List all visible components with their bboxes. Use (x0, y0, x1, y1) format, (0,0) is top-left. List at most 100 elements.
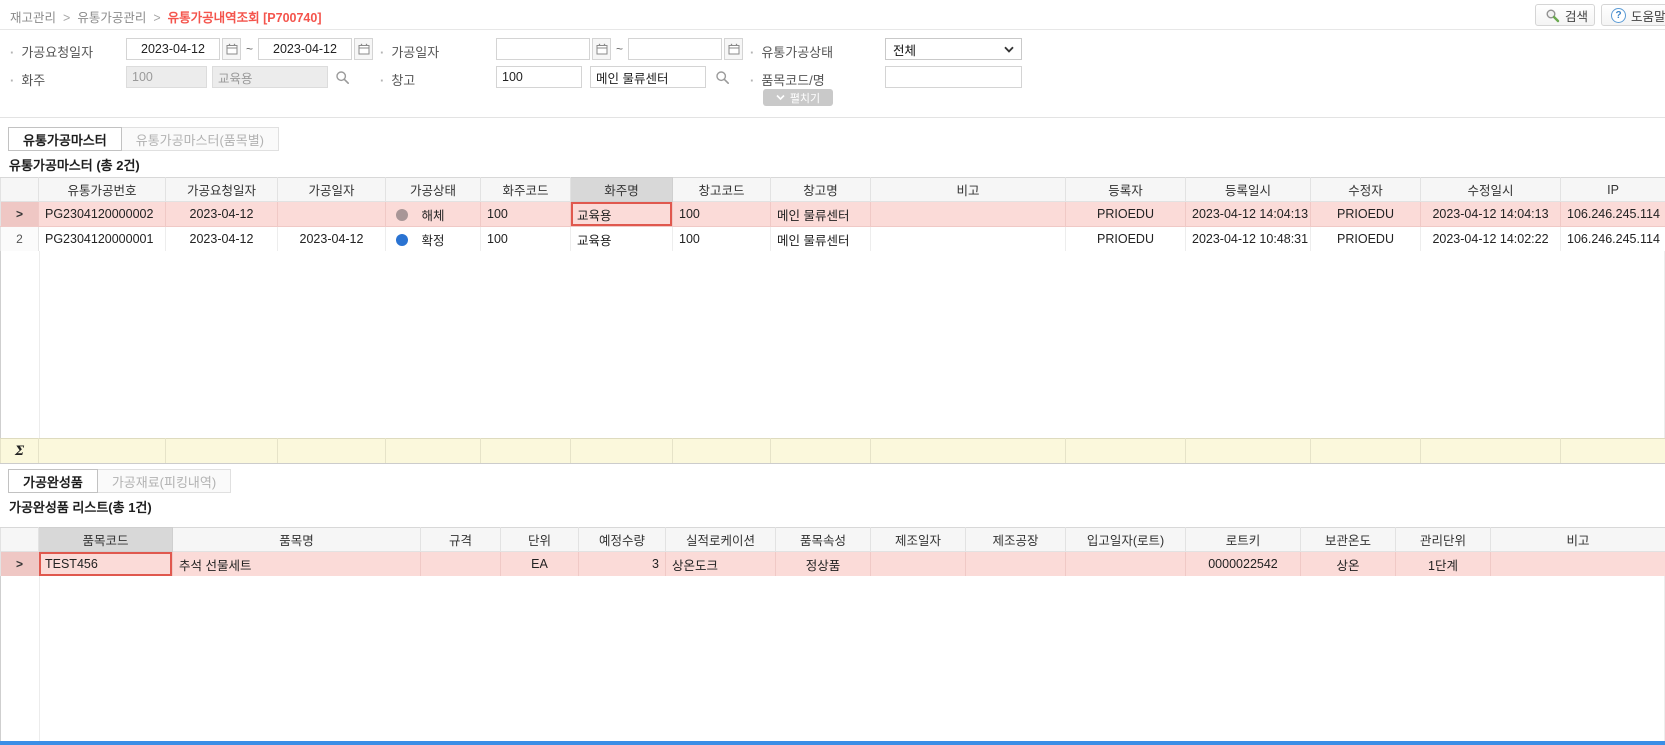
detail-column-header[interactable]: 제조일자 (870, 527, 966, 552)
master-column-header[interactable]: 창고명 (770, 177, 871, 202)
detail-column-header[interactable]: 로트키 (1185, 527, 1301, 552)
detail-cell[interactable]: EA (500, 551, 579, 577)
detail-cell[interactable]: 1단계 (1395, 551, 1491, 577)
detail-column-header[interactable]: 제조공장 (965, 527, 1066, 552)
detail-cell[interactable]: 상온도크 (665, 551, 776, 577)
detail-column-header[interactable]: 규격 (420, 527, 501, 552)
request-date-to-input[interactable] (258, 38, 352, 60)
master-table-row[interactable]: 2 PG2304120000001 2023-04-12 2023-04-12 확정 10… (0, 226, 1665, 252)
detail-cell[interactable] (965, 551, 1066, 577)
master-column-header[interactable]: 가공일자 (277, 177, 386, 202)
help-button[interactable]: ? 도움말 (1601, 4, 1665, 26)
detail-cell[interactable]: 정상품 (775, 551, 871, 577)
detail-table-row[interactable]: > TEST456 추석 선물세트 EA 3 상온도크 정상품 0000022542 상온 1단계 (0, 551, 1665, 577)
master-row-indicator[interactable]: > (0, 201, 39, 227)
master-cell[interactable]: 2023-04-12 10:48:31 (1185, 226, 1311, 252)
master-column-header[interactable]: 가공요청일자 (165, 177, 278, 202)
master-cell[interactable]: 100 (672, 201, 771, 227)
master-cell[interactable]: 106.246.245.114 (1560, 201, 1665, 227)
request-date-to-calendar-button[interactable] (354, 38, 373, 60)
request-date-from-calendar-button[interactable] (222, 38, 241, 60)
master-cell[interactable]: PRIOEDU (1065, 201, 1186, 227)
master-column-header[interactable]: 등록자 (1065, 177, 1186, 202)
master-cell[interactable]: PRIOEDU (1310, 226, 1421, 252)
master-column-header[interactable]: 가공상태 (385, 177, 481, 202)
shipper-search-icon[interactable] (332, 66, 352, 88)
master-table-row[interactable]: > PG2304120000002 2023-04-12 해체 100 교육용 100 메인 … (0, 201, 1665, 227)
master-cell[interactable] (870, 201, 1066, 227)
detail-column-header[interactable]: 실적로케이션 (665, 527, 776, 552)
detail-tab-1[interactable]: 가공재료(피킹내역) (97, 469, 232, 493)
detail-select-all-header[interactable] (0, 527, 39, 552)
item-code-name-input[interactable] (885, 66, 1022, 88)
detail-column-header[interactable]: 예정수량 (578, 527, 666, 552)
master-column-header[interactable]: 수정일시 (1420, 177, 1561, 202)
request-date-from-input[interactable] (126, 38, 220, 60)
master-cell[interactable] (277, 201, 386, 227)
detail-cell[interactable]: 3 (578, 551, 666, 577)
process-date-to-calendar-button[interactable] (724, 38, 743, 60)
detail-column-header[interactable]: 품목명 (172, 527, 421, 552)
process-date-from-input[interactable] (496, 38, 590, 60)
detail-column-header[interactable]: 품목속성 (775, 527, 871, 552)
master-cell[interactable]: 확정 (385, 226, 481, 252)
warehouse-code-input[interactable] (496, 66, 582, 88)
master-cell[interactable]: 100 (672, 226, 771, 252)
detail-tab-0[interactable]: 가공완성품 (8, 469, 98, 493)
master-cell[interactable]: 100 (480, 226, 571, 252)
master-cell[interactable] (870, 226, 1066, 252)
master-column-header[interactable]: 화주명 (570, 177, 673, 202)
process-status-select[interactable]: 전체 (885, 38, 1022, 60)
master-row-indicator[interactable]: 2 (0, 226, 39, 252)
master-tab-0[interactable]: 유통가공마스터 (8, 127, 122, 151)
detail-cell[interactable]: 0000022542 (1185, 551, 1301, 577)
detail-cell[interactable] (870, 551, 966, 577)
master-column-header[interactable]: 수정자 (1310, 177, 1421, 202)
master-cell[interactable]: 2023-04-12 14:04:13 (1420, 201, 1561, 227)
detail-column-header[interactable]: 품목코드 (38, 527, 173, 552)
detail-column-header[interactable]: 입고일자(로트) (1065, 527, 1186, 552)
master-column-header[interactable]: 비고 (870, 177, 1066, 202)
detail-cell[interactable]: 상온 (1300, 551, 1396, 577)
master-cell[interactable]: 2023-04-12 14:04:13 (1185, 201, 1311, 227)
master-cell[interactable]: 메인 물류센터 (770, 226, 871, 252)
search-button[interactable]: 검색 (1535, 4, 1595, 26)
master-select-all-header[interactable] (0, 177, 39, 202)
detail-cell[interactable]: TEST456 (38, 551, 173, 577)
master-column-header[interactable]: 창고코드 (672, 177, 771, 202)
master-tab-1[interactable]: 유통가공마스터(품목별) (121, 127, 279, 151)
warehouse-name-input[interactable] (590, 66, 706, 88)
master-column-header[interactable]: 유통가공번호 (38, 177, 166, 202)
detail-column-header[interactable]: 관리단위 (1395, 527, 1491, 552)
detail-column-header[interactable]: 보관온도 (1300, 527, 1396, 552)
detail-cell[interactable] (1065, 551, 1186, 577)
master-cell[interactable]: 106.246.245.114 (1560, 226, 1665, 252)
master-cell[interactable]: 메인 물류센터 (770, 201, 871, 227)
master-cell[interactable]: 2023-04-12 14:02:22 (1420, 226, 1561, 252)
breadcrumb-item[interactable]: 유통가공관리 (77, 11, 146, 25)
expand-filters-button[interactable]: 펼치기 (763, 89, 833, 106)
master-cell[interactable]: 2023-04-12 (165, 226, 278, 252)
warehouse-search-icon[interactable] (712, 66, 732, 88)
master-cell[interactable]: 교육용 (570, 201, 673, 227)
process-date-from-calendar-button[interactable] (592, 38, 611, 60)
master-column-header[interactable]: IP (1560, 177, 1665, 202)
detail-cell[interactable] (1490, 551, 1665, 577)
detail-row-indicator[interactable]: > (0, 551, 39, 577)
detail-column-header[interactable]: 비고 (1490, 527, 1665, 552)
master-cell[interactable]: 교육용 (570, 226, 673, 252)
master-cell[interactable]: PG2304120000001 (38, 226, 166, 252)
breadcrumb-item[interactable]: 재고관리 (10, 11, 56, 25)
master-cell[interactable]: PRIOEDU (1065, 226, 1186, 252)
master-column-header[interactable]: 화주코드 (480, 177, 571, 202)
master-cell[interactable]: 100 (480, 201, 571, 227)
master-column-header[interactable]: 등록일시 (1185, 177, 1311, 202)
detail-cell[interactable]: 추석 선물세트 (172, 551, 421, 577)
master-cell[interactable]: 해체 (385, 201, 481, 227)
master-cell[interactable]: PG2304120000002 (38, 201, 166, 227)
master-cell[interactable]: 2023-04-12 (277, 226, 386, 252)
master-cell[interactable]: PRIOEDU (1310, 201, 1421, 227)
process-date-to-input[interactable] (628, 38, 722, 60)
detail-column-header[interactable]: 단위 (500, 527, 579, 552)
master-cell[interactable]: 2023-04-12 (165, 201, 278, 227)
